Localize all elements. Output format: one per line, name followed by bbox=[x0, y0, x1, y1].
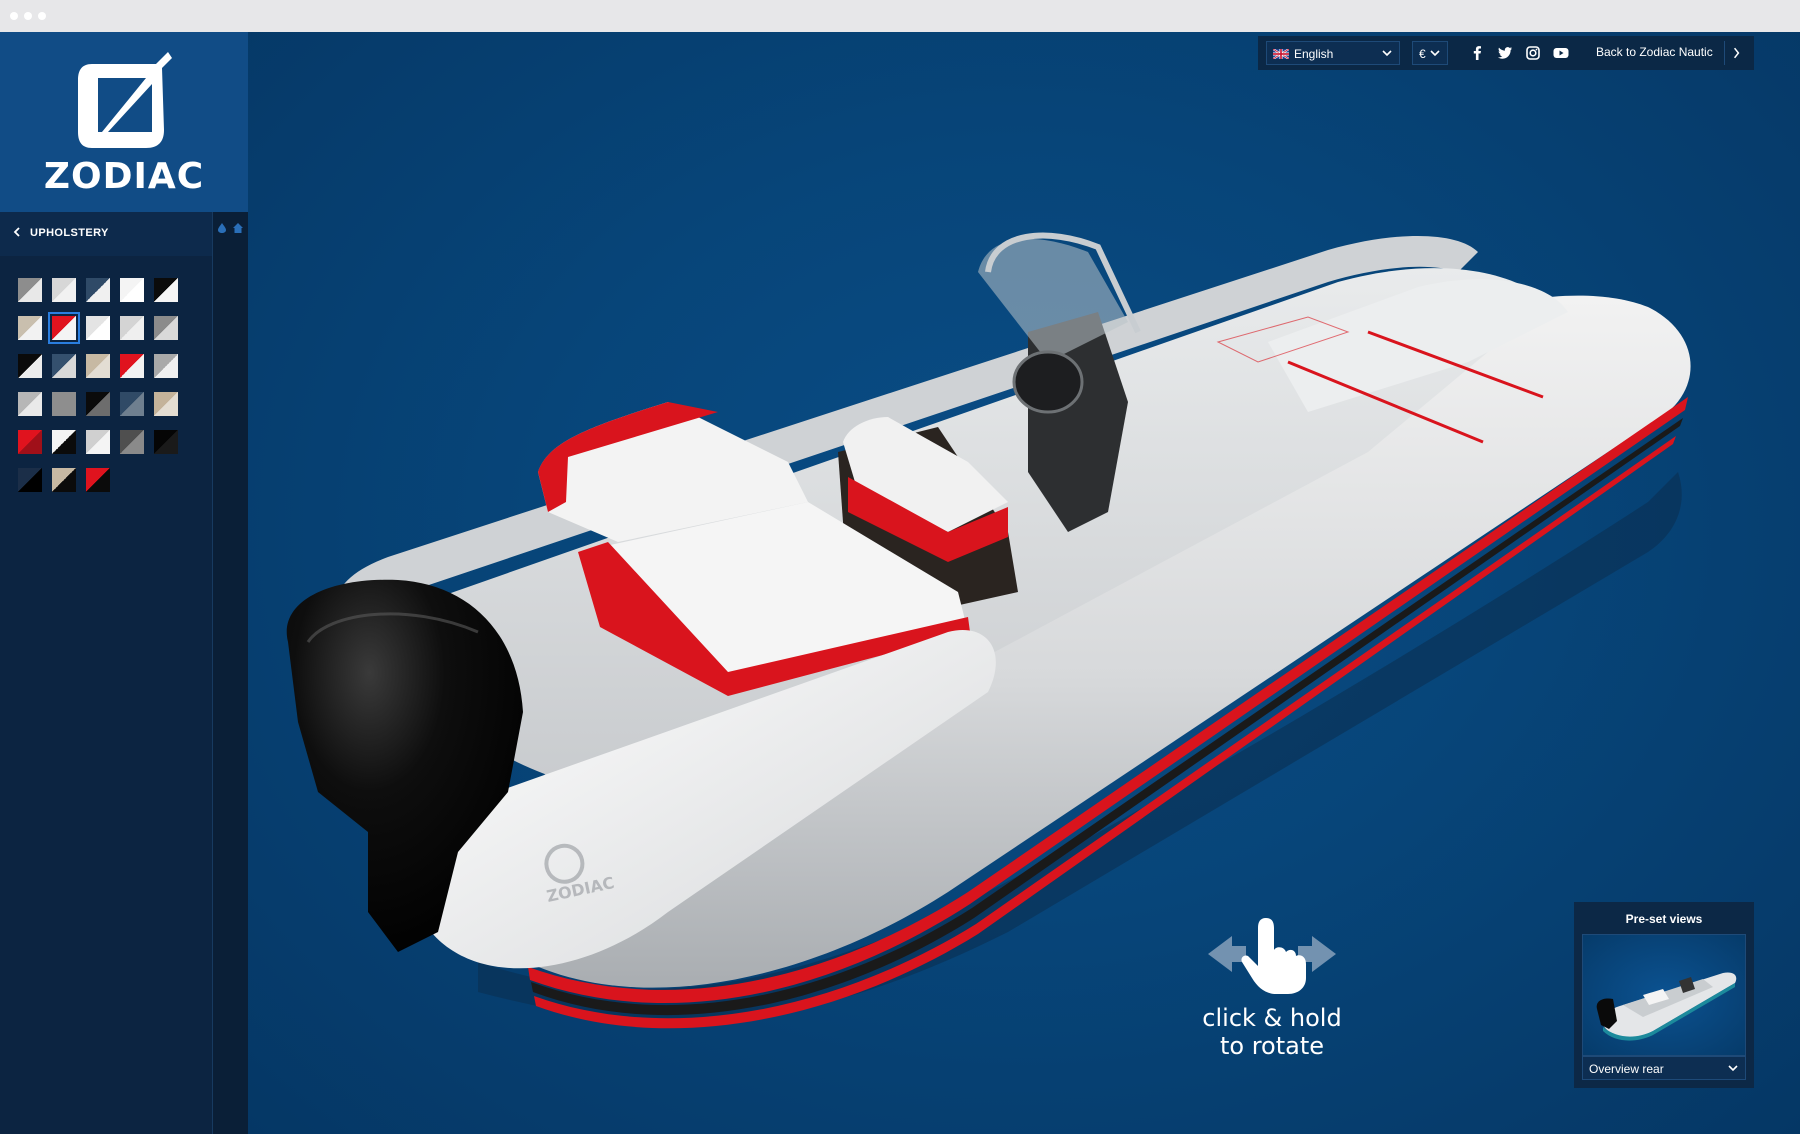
preset-view-thumbnail[interactable] bbox=[1582, 934, 1746, 1056]
rotate-hint-icon bbox=[1208, 918, 1336, 994]
upholstery-swatch[interactable] bbox=[18, 316, 42, 340]
upholstery-swatch[interactable] bbox=[154, 316, 178, 340]
preset-views-title: Pre-set views bbox=[1625, 912, 1703, 926]
instagram-icon[interactable] bbox=[1522, 42, 1544, 64]
sidebar: ZODIAC UPHOLSTERY bbox=[0, 32, 248, 1134]
zodiac-logo-icon bbox=[78, 52, 172, 148]
window-dot bbox=[24, 12, 32, 20]
brand-name: ZODIAC bbox=[43, 156, 205, 197]
preset-view-value: Overview rear bbox=[1589, 1062, 1664, 1076]
language-value: English bbox=[1294, 47, 1334, 61]
top-bar: English € Back to Zodiac Nautic bbox=[1258, 36, 1754, 70]
preset-views-panel: Pre-set views Overview rear bbox=[1574, 902, 1754, 1088]
upholstery-swatch[interactable] bbox=[86, 392, 110, 416]
upholstery-swatch[interactable] bbox=[120, 430, 144, 454]
upholstery-swatch[interactable] bbox=[154, 392, 178, 416]
upholstery-swatch[interactable] bbox=[154, 278, 178, 302]
upholstery-swatch[interactable] bbox=[86, 354, 110, 378]
upholstery-swatch[interactable] bbox=[86, 430, 110, 454]
chevron-left-icon[interactable] bbox=[12, 225, 26, 241]
upholstery-swatch[interactable] bbox=[52, 468, 76, 492]
upholstery-swatch[interactable] bbox=[18, 354, 42, 378]
facebook-icon[interactable] bbox=[1466, 42, 1488, 64]
upholstery-swatch[interactable] bbox=[86, 316, 110, 340]
upholstery-swatch[interactable] bbox=[52, 430, 76, 454]
window-dot bbox=[38, 12, 46, 20]
twitter-icon[interactable] bbox=[1494, 42, 1516, 64]
upholstery-swatch[interactable] bbox=[52, 278, 76, 302]
upholstery-swatch[interactable] bbox=[18, 430, 42, 454]
currency-select[interactable]: € bbox=[1412, 41, 1448, 65]
upholstery-swatch[interactable] bbox=[48, 312, 80, 344]
language-select[interactable]: English bbox=[1266, 41, 1400, 65]
upholstery-swatch[interactable] bbox=[120, 278, 144, 302]
youtube-icon[interactable] bbox=[1550, 42, 1572, 64]
upholstery-swatch[interactable] bbox=[120, 316, 144, 340]
upholstery-swatch[interactable] bbox=[52, 354, 76, 378]
upholstery-swatch[interactable] bbox=[154, 354, 178, 378]
upholstery-swatch[interactable] bbox=[52, 392, 76, 416]
rotate-hint-text: click & hold to rotate bbox=[1202, 1004, 1342, 1060]
window-dot bbox=[10, 12, 18, 20]
currency-value: € bbox=[1419, 47, 1426, 61]
brand-logo[interactable]: ZODIAC bbox=[0, 32, 248, 212]
preset-view-select[interactable]: Overview rear bbox=[1582, 1056, 1746, 1080]
panel-title: UPHOLSTERY bbox=[30, 227, 109, 239]
chevron-down-icon bbox=[1430, 50, 1440, 57]
chevron-down-icon bbox=[1728, 1065, 1738, 1072]
chevron-down-icon bbox=[1382, 50, 1392, 57]
boat-3d-viewer[interactable]: ZODIAC click & hold to rotate bbox=[248, 32, 1800, 1134]
upholstery-swatch[interactable] bbox=[18, 392, 42, 416]
upholstery-swatch[interactable] bbox=[86, 468, 110, 492]
boat-thumbnail bbox=[1596, 972, 1737, 1041]
back-to-zodiac-link[interactable]: Back to Zodiac Nautic bbox=[1596, 45, 1713, 59]
chevron-right-icon[interactable] bbox=[1724, 41, 1748, 65]
uk-flag-icon bbox=[1273, 49, 1289, 59]
home-icon[interactable] bbox=[232, 222, 244, 234]
upholstery-swatch[interactable] bbox=[120, 354, 144, 378]
panel-header[interactable]: UPHOLSTERY bbox=[0, 212, 212, 256]
upholstery-swatch[interactable] bbox=[86, 278, 110, 302]
upholstery-swatch[interactable] bbox=[18, 468, 42, 492]
upholstery-swatch[interactable] bbox=[18, 278, 42, 302]
sidebar-rail bbox=[212, 212, 248, 1134]
upholstery-swatch[interactable] bbox=[120, 392, 144, 416]
browser-chrome bbox=[0, 0, 1800, 32]
boat-render: ZODIAC bbox=[286, 232, 1691, 1029]
drop-icon[interactable] bbox=[216, 222, 228, 234]
upholstery-swatch[interactable] bbox=[154, 430, 178, 454]
